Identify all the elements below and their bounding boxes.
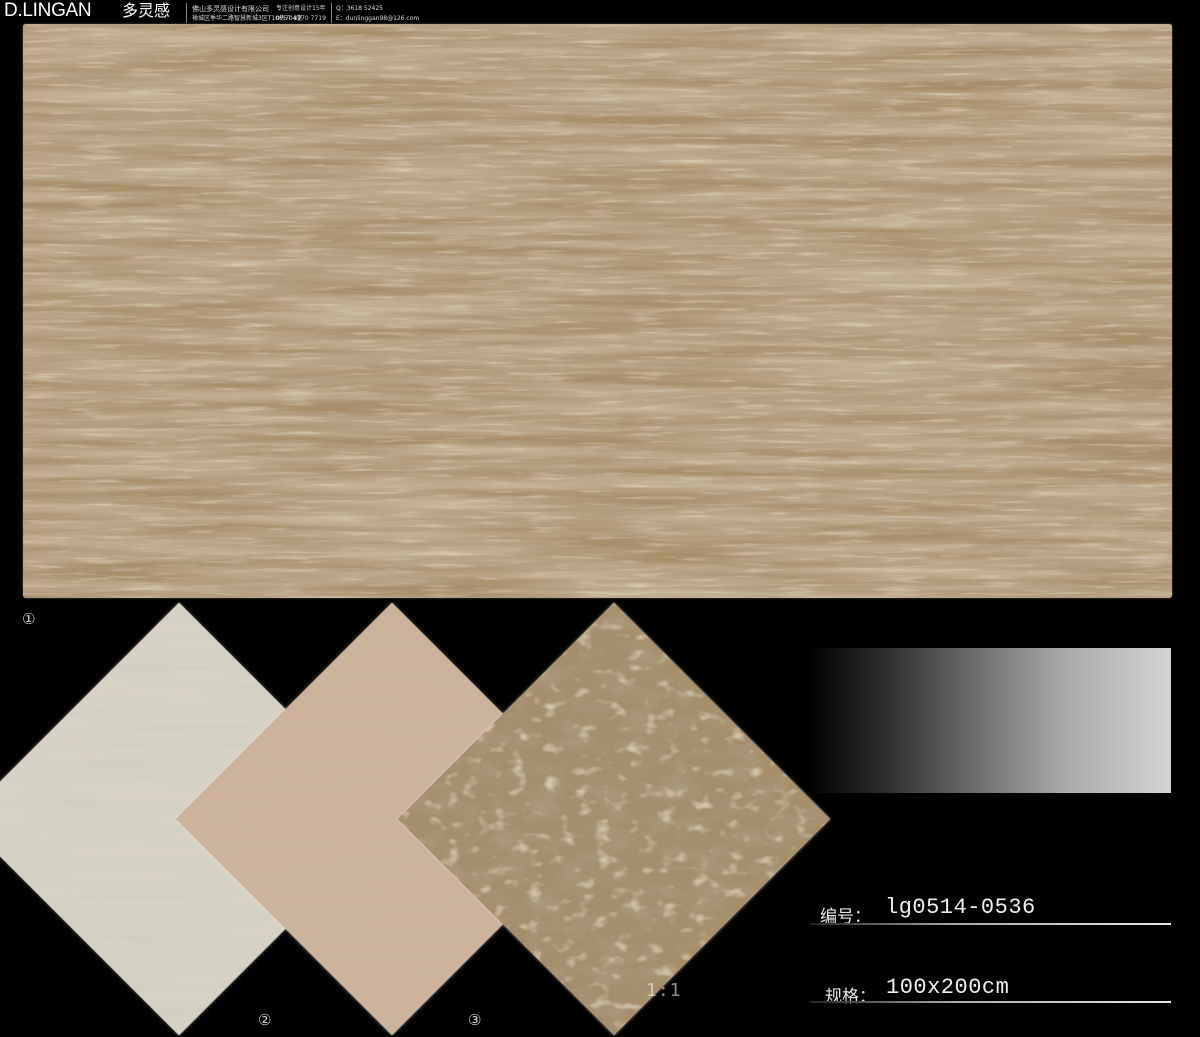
code-value: lg0514-0536 bbox=[885, 895, 1036, 920]
email: E：dunlinggan98@126.com bbox=[336, 15, 420, 22]
logo-latin: D.LINGAN bbox=[4, 0, 92, 21]
swatch3-marker: ③ bbox=[468, 1011, 482, 1029]
scale-label: 1:1 bbox=[646, 980, 682, 1001]
travertine-texture-closeup bbox=[397, 602, 831, 1036]
header-divider bbox=[186, 3, 187, 23]
swatch-closeup bbox=[397, 602, 831, 1036]
travertine-texture-main bbox=[23, 24, 1172, 598]
swatch2-marker: ② bbox=[258, 1011, 272, 1029]
qq: Q：3618 52425 bbox=[336, 5, 383, 12]
slogan: 专注创意设计15年 bbox=[276, 5, 326, 12]
size-value: 100x200cm bbox=[886, 975, 1010, 1000]
main-tile-marker: ① bbox=[22, 610, 36, 628]
header: D.LINGAN 多灵感 佛山多灵感设计有限公司 禅城区季华二路智慧新城3区T1… bbox=[0, 0, 1200, 26]
main-tile-image bbox=[23, 24, 1172, 598]
page: D.LINGAN 多灵感 佛山多灵感设计有限公司 禅城区季华二路智慧新城3区T1… bbox=[0, 0, 1200, 1037]
gradient-ramp bbox=[807, 648, 1171, 793]
company-name: 佛山多灵感设计有限公司 bbox=[192, 5, 269, 13]
phone: 0757-8270 7719 bbox=[276, 15, 326, 22]
size-label: 规格： bbox=[825, 987, 876, 1007]
header-divider bbox=[331, 3, 332, 23]
logo-chinese: 多灵感 bbox=[122, 1, 171, 20]
code-underline bbox=[810, 923, 1171, 925]
size-underline bbox=[810, 1001, 1171, 1003]
